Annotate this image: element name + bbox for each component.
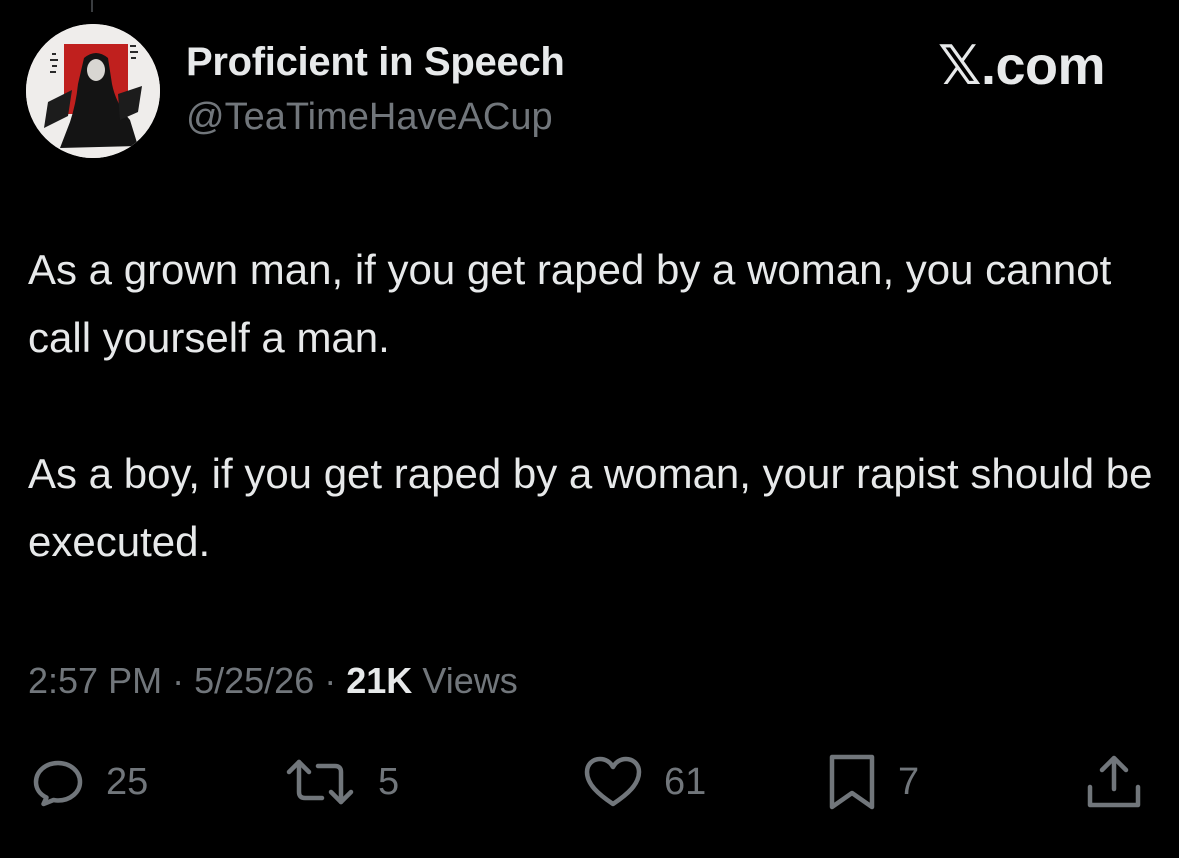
repost-count: 5: [378, 760, 400, 803]
repost-icon: [286, 759, 354, 805]
reply-icon: [33, 760, 83, 807]
author-display-name[interactable]: Proficient in Speech: [186, 40, 565, 85]
reply-count: 25: [106, 760, 149, 803]
action-bar: 25 5 61 7: [0, 752, 1179, 812]
views-count: 21K: [346, 660, 413, 701]
tweet-date[interactable]: 5/25/26: [194, 660, 314, 701]
tweet-paragraph: As a boy, if you get raped by a woman, y…: [28, 450, 1153, 565]
share-button[interactable]: [1084, 752, 1144, 812]
tweet-paragraph: As a grown man, if you get raped by a wo…: [28, 246, 1112, 361]
reply-button[interactable]: 25: [30, 752, 148, 812]
avatar-image: [26, 24, 160, 158]
author-handle[interactable]: @TeaTimeHaveACup: [186, 96, 553, 139]
bookmark-icon: [829, 754, 875, 810]
thread-connector-line: [91, 0, 93, 12]
watermark-domain: .com: [981, 36, 1106, 96]
x-logo-icon: 𝕏: [938, 34, 982, 97]
tweet-meta: 2:57 PM · 5/25/26 · 21K Views: [28, 660, 518, 702]
bookmark-button[interactable]: 7: [826, 752, 919, 812]
meta-separator: ·: [324, 660, 337, 701]
heart-icon: [584, 756, 642, 807]
tweet-text: As a grown man, if you get raped by a wo…: [28, 236, 1168, 576]
repost-button[interactable]: 5: [282, 752, 399, 812]
meta-separator: ·: [172, 660, 185, 701]
tweet-time[interactable]: 2:57 PM: [28, 660, 162, 701]
share-icon: [1087, 755, 1141, 808]
like-button[interactable]: 61: [582, 752, 706, 812]
bookmark-count: 7: [898, 760, 920, 803]
like-count: 61: [664, 760, 707, 803]
x-com-watermark: 𝕏.com: [938, 34, 1106, 97]
views-label: Views: [422, 660, 518, 701]
avatar[interactable]: [26, 24, 160, 158]
